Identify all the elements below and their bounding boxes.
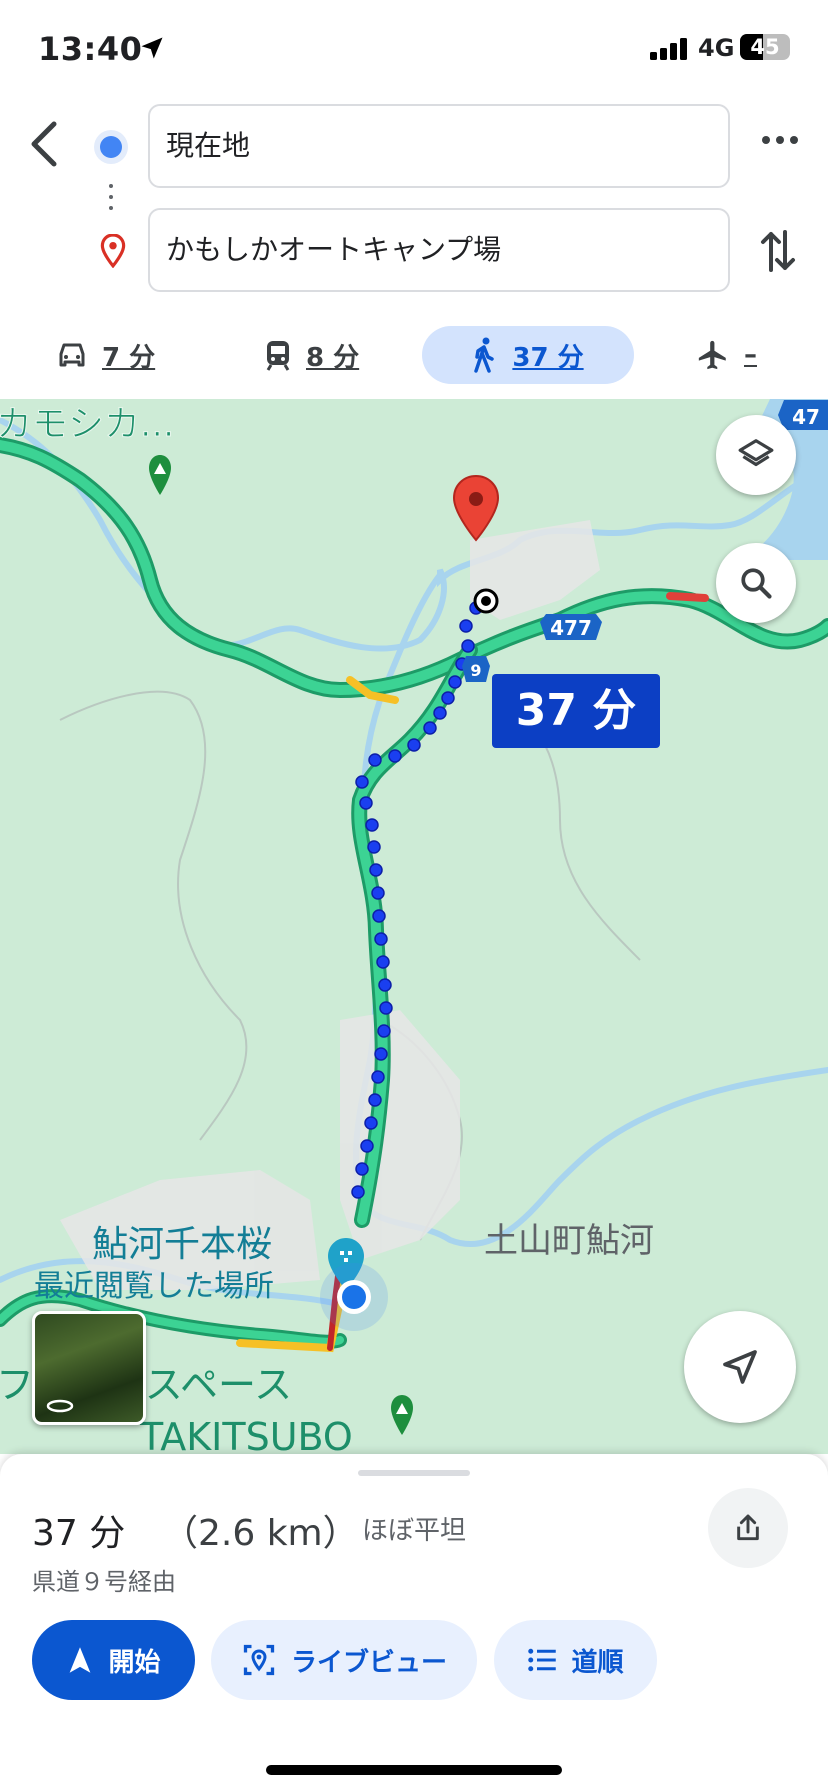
- street-view-icon: [46, 1399, 74, 1413]
- edge-shield-text: 47: [792, 405, 820, 429]
- status-bar: 13:40 4G 45: [0, 0, 828, 100]
- route-distance: （2.6 km）: [162, 1513, 359, 1554]
- destination-pin-icon: [100, 234, 126, 268]
- campsite-icon: [391, 1395, 413, 1435]
- route-9-text: 9: [470, 661, 481, 680]
- share-button[interactable]: [708, 1488, 788, 1568]
- live-view-icon: [243, 1644, 275, 1676]
- back-arrow-icon[interactable]: [24, 118, 64, 170]
- flight-icon: [698, 340, 726, 370]
- origin-dot-icon: [100, 136, 122, 158]
- train-icon: [266, 341, 290, 371]
- street-view-thumbnail[interactable]: [32, 1311, 146, 1425]
- map-view[interactable]: 477 9 47 カモシカ... 土山町鮎河 鮎河千本桜 最近閲覧した場所 フ.…: [0, 399, 828, 1454]
- live-view-button[interactable]: ライブビュー: [211, 1620, 477, 1700]
- destination-marker: [473, 588, 499, 614]
- map-label-top-left: カモシカ...: [0, 404, 174, 445]
- signal-icon: [650, 38, 687, 60]
- sheet-handle[interactable]: [358, 1470, 470, 1476]
- tab-flight[interactable]: –: [696, 326, 757, 384]
- route-terrain: ほぼ平坦: [362, 1516, 467, 1546]
- route-connector: [109, 184, 113, 217]
- start-button[interactable]: 開始: [32, 1620, 195, 1700]
- walk-icon: [474, 337, 495, 373]
- start-label: 開始: [108, 1647, 161, 1678]
- location-arrow-icon: [141, 37, 163, 59]
- route-summary-sheet[interactable]: 37 分 （2.6 km） ほぼ平坦 県道９号経由 開始 ライブビュー 道順: [0, 1454, 828, 1792]
- share-icon: [737, 1514, 759, 1541]
- destination-field[interactable]: かもしかオートキャンプ場: [148, 208, 730, 292]
- swap-icon[interactable]: [760, 228, 796, 274]
- tab-drive[interactable]: 7 分: [56, 326, 155, 384]
- drive-time: 7 分: [102, 342, 156, 373]
- map-label-town: 土山町鮎河: [484, 1221, 654, 1261]
- walk-time: 37 分: [512, 342, 584, 373]
- current-location-icon: [320, 1263, 388, 1331]
- route-duration: 37 分: [32, 1513, 126, 1554]
- campsite-icon: [149, 455, 171, 495]
- navigation-icon: [70, 1647, 91, 1673]
- battery-percent: 45: [750, 35, 780, 59]
- car-icon: [59, 343, 85, 367]
- list-icon: [528, 1648, 557, 1672]
- map-label-bottom-place2: TAKITSUBO: [139, 1415, 353, 1454]
- clock: 13:40: [38, 30, 143, 68]
- route-via: 県道９号経由: [32, 1568, 176, 1596]
- navigation-arrow-icon: [723, 1350, 757, 1384]
- flight-time: –: [744, 340, 757, 370]
- layers-icon: [738, 439, 774, 467]
- steps-label: 道順: [571, 1647, 624, 1678]
- layers-button[interactable]: [716, 415, 796, 495]
- map-label-place: 鮎河千本桜: [92, 1224, 272, 1265]
- transit-time: 8 分: [306, 342, 360, 373]
- search-icon: [741, 568, 772, 599]
- home-indicator: [266, 1765, 562, 1775]
- origin-field[interactable]: 現在地: [148, 104, 730, 188]
- more-options-icon[interactable]: [760, 130, 800, 150]
- live-view-label: ライブビュー: [290, 1647, 447, 1678]
- red-pin-icon: [452, 474, 500, 542]
- road-477: [0, 437, 828, 699]
- map-canvas[interactable]: 477 9 47 カモシカ... 土山町鮎河 鮎河千本桜 最近閲覧した場所 フ.…: [0, 399, 828, 1454]
- network-type: 4G: [698, 34, 735, 62]
- tab-walk[interactable]: 37 分: [422, 326, 634, 384]
- eta-badge: 37 分: [492, 674, 660, 748]
- tab-transit[interactable]: 8 分: [264, 326, 359, 384]
- map-label-recent: 最近閲覧した場所: [34, 1269, 274, 1304]
- steps-button[interactable]: 道順: [494, 1620, 657, 1700]
- battery-icon: 45: [740, 34, 790, 60]
- recenter-button[interactable]: [684, 1311, 796, 1423]
- search-button[interactable]: [716, 543, 796, 623]
- route-477-text: 477: [550, 616, 592, 640]
